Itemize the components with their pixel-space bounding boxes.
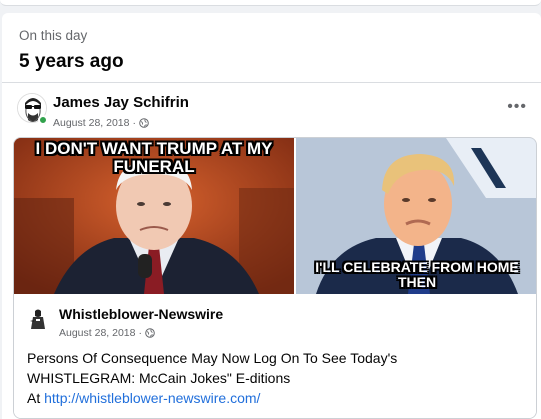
shared-post-body: Whistleblower-Newswire August 28, 2018 ·… [14,295,536,418]
shared-post[interactable]: I DON'T WANT TRUMP AT MY FUNERAL I'LL CE… [13,137,537,419]
page-name[interactable]: Whistleblower-Newswire [59,306,223,322]
shared-post-text: Persons Of Consequence May Now Log On To… [27,348,527,408]
link-prefix: At [27,390,45,406]
website-link[interactable]: http://whistleblower-newswire.com/ [44,390,260,406]
meta-separator: · [132,117,136,129]
post-text-line3: At http://whistleblower-newswire.com/ [27,388,527,408]
post-text-line2: WHISTLEGRAM: McCain Jokes" E-ditions [27,370,291,386]
post-meta: August 28, 2018 · [53,117,149,129]
page-avatar[interactable] [26,307,50,331]
memory-label: On this day [19,28,88,43]
shared-meta: August 28, 2018 · [59,327,155,339]
post-author[interactable]: James Jay Schifrin [53,94,189,111]
memory-card: On this day 5 years ago James Jay Schifr… [2,13,541,419]
globe-icon [139,118,149,128]
meme-image-left[interactable]: I DON'T WANT TRUMP AT MY FUNERAL [14,138,294,294]
previous-card-edge [0,0,541,6]
divider [2,82,541,83]
shared-date[interactable]: August 28, 2018 [59,327,135,339]
meme-caption-bottom: I'LL CELEBRATE FROM HOME THEN [315,259,519,290]
whistleblower-logo-icon [26,307,50,331]
online-status-indicator [38,115,48,125]
post-text-line1: Persons Of Consequence May Now Log On To… [27,350,398,366]
globe-icon [145,328,155,338]
more-options-button[interactable]: ••• [507,98,527,116]
meta-separator: · [138,327,142,339]
post-date[interactable]: August 28, 2018 [53,117,129,129]
meme-image-right[interactable]: I'LL CELEBRATE FROM HOME THEN [296,138,536,294]
meme-caption-top: I DON'T WANT TRUMP AT MY FUNERAL [35,139,273,176]
memory-title: 5 years ago [19,51,124,72]
